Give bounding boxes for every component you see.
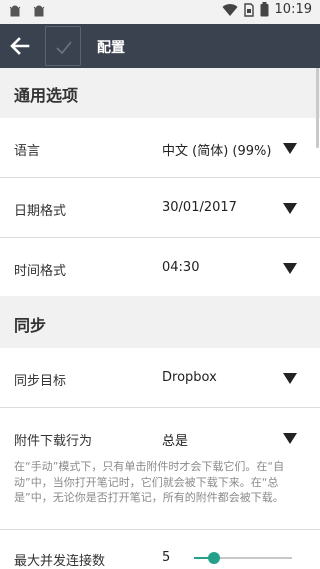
section-title: 同步 [14, 316, 47, 335]
android-debug-icon [9, 5, 21, 17]
setting-value: 5 [162, 550, 171, 565]
setting-time-format[interactable]: 时间格式 04:30 [0, 238, 320, 296]
setting-language[interactable]: 语言 中文 (简体) (99%) [0, 118, 320, 178]
status-left-icons [8, 3, 46, 19]
setting-label: 附件下载行为 [14, 434, 93, 449]
setting-label: 日期格式 [14, 204, 67, 219]
setting-label: 时间格式 [14, 264, 67, 279]
dropdown-arrow-icon[interactable] [283, 263, 297, 274]
section-header-sync: 同步 [0, 296, 320, 348]
save-button[interactable] [45, 26, 81, 66]
back-arrow-icon [10, 37, 30, 55]
status-right-icons: 10:19 [222, 2, 312, 17]
slider-thumb[interactable] [207, 552, 220, 564]
section-header-general: 通用选项 [0, 68, 320, 118]
connections-slider[interactable] [194, 552, 292, 564]
setting-attachment-download[interactable]: 附件下载行为 总是 在“手动”模式下，只有单击附件时才会下载它们。在“自动”中，… [0, 408, 320, 530]
setting-value: 04:30 [162, 260, 200, 275]
setting-label: 语言 [14, 144, 41, 159]
setting-value: Dropbox [162, 370, 217, 385]
setting-max-connections: 最大并发连接数 5 [0, 530, 320, 569]
setting-value: 中文 (简体) (99%) [162, 144, 272, 159]
dropdown-arrow-icon[interactable] [283, 203, 297, 214]
setting-label: 同步目标 [14, 374, 67, 389]
checkmark-icon [56, 41, 72, 55]
setting-help-text: 在“手动”模式下，只有单击附件时才会下载它们。在“自动”中，当你打开笔记时，它们… [14, 460, 285, 504]
status-bar: 10:19 [0, 0, 320, 24]
back-button[interactable] [8, 34, 32, 58]
status-time: 10:19 [274, 2, 312, 17]
dropdown-arrow-icon[interactable] [283, 143, 297, 154]
scrollbar[interactable] [316, 68, 319, 148]
wifi-icon [222, 3, 238, 16]
dropdown-arrow-icon[interactable] [283, 373, 297, 384]
setting-sync-target[interactable]: 同步目标 Dropbox [0, 348, 320, 408]
setting-label: 最大并发连接数 [14, 554, 106, 569]
setting-date-format[interactable]: 日期格式 30/01/2017 [0, 178, 320, 238]
setting-value: 总是 [162, 434, 189, 449]
setting-value: 30/01/2017 [162, 200, 237, 215]
sim-icon [243, 2, 254, 17]
android-debug-icon [33, 5, 45, 17]
page-title: 配置 [97, 40, 125, 56]
battery-icon [260, 2, 269, 17]
app-bar: 配置 [0, 24, 320, 68]
section-title: 通用选项 [14, 86, 79, 105]
dropdown-arrow-icon[interactable] [283, 433, 297, 444]
